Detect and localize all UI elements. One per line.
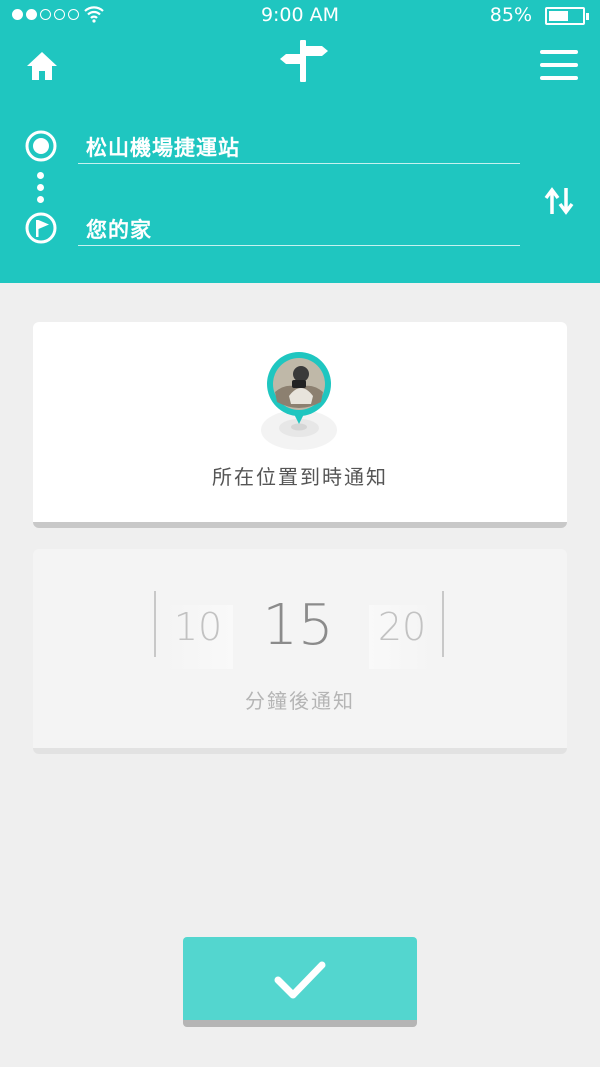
home-icon[interactable] [24,48,60,84]
flag-icon [25,212,57,244]
route-dots [37,172,45,208]
location-notify-label: 所在位置到時通知 [212,465,388,489]
picker-option-prev[interactable]: 10 [163,605,233,669]
location-notify-card[interactable]: 所在位置到時通知 [33,322,567,528]
header: 9:00 AM 85% 松山機場捷運站 您的家 [0,0,600,283]
destination-input[interactable]: 您的家 [78,210,520,246]
battery-percent: 85% [489,4,532,26]
checkmark-icon [274,961,326,999]
battery-icon [545,7,589,25]
destination-value: 您的家 [86,218,152,242]
confirm-button[interactable] [183,937,417,1027]
destination-row: 您的家 [24,210,520,250]
origin-value: 松山機場捷運站 [86,136,240,160]
picker-left-bar [154,591,156,657]
origin-row: 松山機場捷運站 [24,128,520,168]
swap-arrows-icon[interactable] [542,184,576,218]
hamburger-menu-icon[interactable] [540,50,578,82]
picker-option-selected[interactable]: 15 [255,593,341,658]
picker-right-bar [442,591,444,657]
location-pin-avatar-icon [261,352,337,450]
picker-option-next[interactable]: 20 [369,605,435,669]
time-notify-card: 10 15 20 分鐘後通知 [33,549,567,754]
origin-input[interactable]: 松山機場捷運站 [78,128,520,164]
time-notify-label: 分鐘後通知 [245,689,355,713]
signpost-icon [280,40,328,82]
origin-circle-icon [25,130,57,162]
status-bar: 9:00 AM 85% [0,0,600,32]
